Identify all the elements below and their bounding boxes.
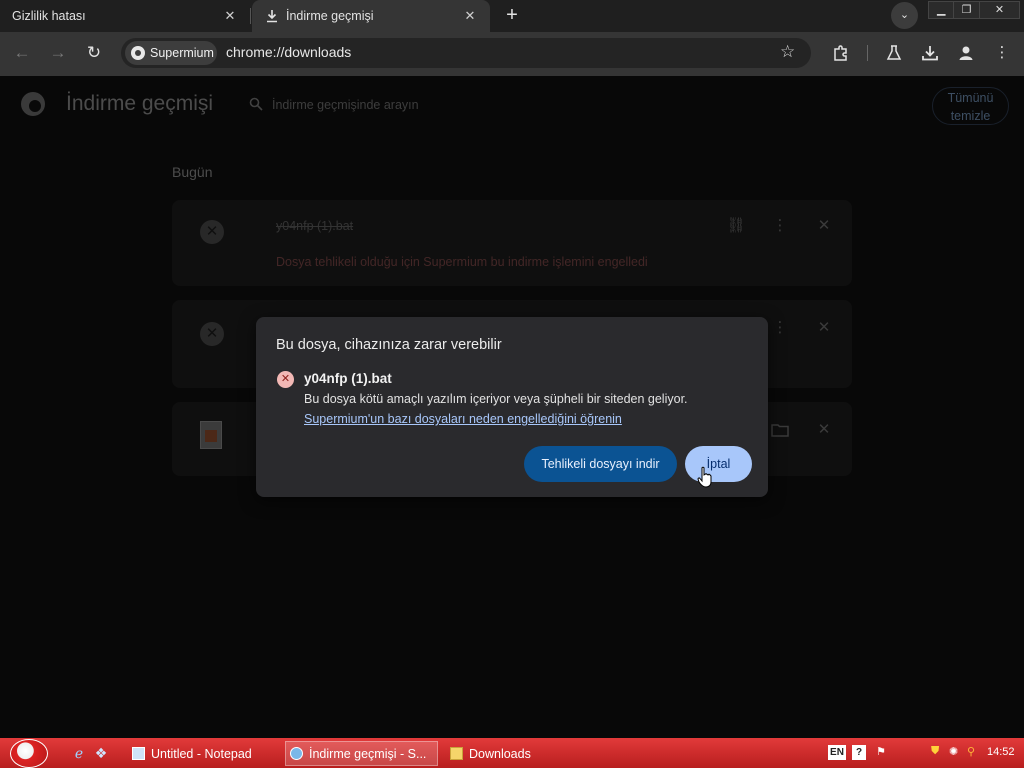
show-desktop-icon[interactable]: ❖ bbox=[92, 744, 110, 762]
tab-label: Gizlilik hatası bbox=[12, 9, 86, 23]
taskbar-item-notepad[interactable]: Untitled - Notepad bbox=[128, 741, 278, 766]
taskbar-item-label: Downloads bbox=[469, 746, 531, 761]
bookmark-star-icon[interactable]: ☆ bbox=[780, 42, 795, 62]
back-arrow-icon[interactable]: ← bbox=[10, 41, 34, 65]
restore-button[interactable]: ❐ bbox=[954, 2, 980, 18]
learn-more-link[interactable]: Supermium'un bazı dosyaları neden engell… bbox=[304, 412, 622, 426]
tab-close-icon[interactable]: ✕ bbox=[462, 8, 478, 24]
minimize-button[interactable]: ▁ bbox=[929, 2, 955, 18]
notification-icon[interactable]: ⚑ bbox=[876, 745, 886, 758]
address-bar[interactable] bbox=[121, 38, 811, 68]
menu-kebab-icon[interactable]: ⋮ bbox=[992, 43, 1012, 63]
taskbar-item-label: İndirme geçmişi - S... bbox=[309, 746, 427, 761]
start-button[interactable] bbox=[10, 739, 48, 768]
help-icon[interactable]: ? bbox=[852, 745, 866, 760]
url-text[interactable]: chrome://downloads bbox=[226, 44, 351, 60]
error-x-icon: ✕ bbox=[277, 371, 294, 388]
labs-flask-icon[interactable] bbox=[884, 43, 904, 63]
tab-download-history[interactable]: İndirme geçmişi ✕ bbox=[252, 0, 490, 32]
taskbar-clock: 14:52 bbox=[987, 746, 1015, 758]
download-dangerous-file-button[interactable]: Tehlikeli dosyayı indir bbox=[524, 446, 677, 482]
taskbar-item-downloads[interactable]: Downloads bbox=[446, 741, 596, 766]
extensions-puzzle-icon[interactable] bbox=[831, 43, 851, 63]
hand-cursor-icon bbox=[697, 466, 712, 488]
forward-arrow-icon[interactable]: → bbox=[46, 41, 70, 65]
screen: Gizlilik hatası ✕ İndirme geçmişi ✕ + ⌄ … bbox=[0, 0, 1024, 768]
site-info-chip[interactable]: Supermium bbox=[125, 41, 217, 65]
tab-divider bbox=[250, 8, 251, 24]
download-icon bbox=[267, 10, 277, 23]
dialog-filename: y04nfp (1).bat bbox=[304, 371, 392, 386]
profile-avatar-icon[interactable] bbox=[956, 43, 976, 63]
tab-search-button[interactable]: ⌄ bbox=[891, 2, 918, 29]
taskbar-item-browser[interactable]: İndirme geçmişi - S... bbox=[285, 741, 438, 766]
tab-close-icon[interactable]: ✕ bbox=[222, 8, 238, 24]
window-controls: ▁ ❐ ✕ bbox=[928, 1, 1020, 19]
dialog-title: Bu dosya, cihazınıza zarar verebilir bbox=[276, 337, 502, 353]
language-indicator[interactable]: EN bbox=[828, 745, 846, 760]
reload-icon[interactable]: ↻ bbox=[82, 41, 106, 65]
security-shield-icon[interactable]: ⛊ bbox=[931, 745, 939, 758]
dialog-description: Bu dosya kötü amaçlı yazılım içeriyor ve… bbox=[304, 392, 688, 406]
tab-label: İndirme geçmişi bbox=[286, 9, 374, 23]
tab-privacy-error[interactable]: Gizlilik hatası ✕ bbox=[0, 0, 250, 32]
new-tab-button[interactable]: + bbox=[499, 3, 525, 29]
site-chip-label: Supermium bbox=[150, 46, 214, 60]
close-window-button[interactable]: ✕ bbox=[980, 2, 1019, 18]
downloads-toolbar-icon[interactable] bbox=[920, 43, 940, 63]
tray-search-icon[interactable]: ⚲ bbox=[967, 745, 975, 758]
taskbar-item-label: Untitled - Notepad bbox=[151, 746, 252, 761]
internet-explorer-icon[interactable]: ℯ bbox=[70, 744, 88, 762]
browser-icon bbox=[290, 747, 303, 760]
folder-icon bbox=[450, 747, 463, 760]
toolbar-divider bbox=[867, 45, 868, 61]
notepad-icon bbox=[132, 747, 145, 760]
supermium-logo-icon bbox=[131, 46, 145, 60]
cancel-button[interactable]: İptal bbox=[685, 446, 752, 482]
network-activity-icon[interactable]: ✺ bbox=[949, 745, 958, 758]
